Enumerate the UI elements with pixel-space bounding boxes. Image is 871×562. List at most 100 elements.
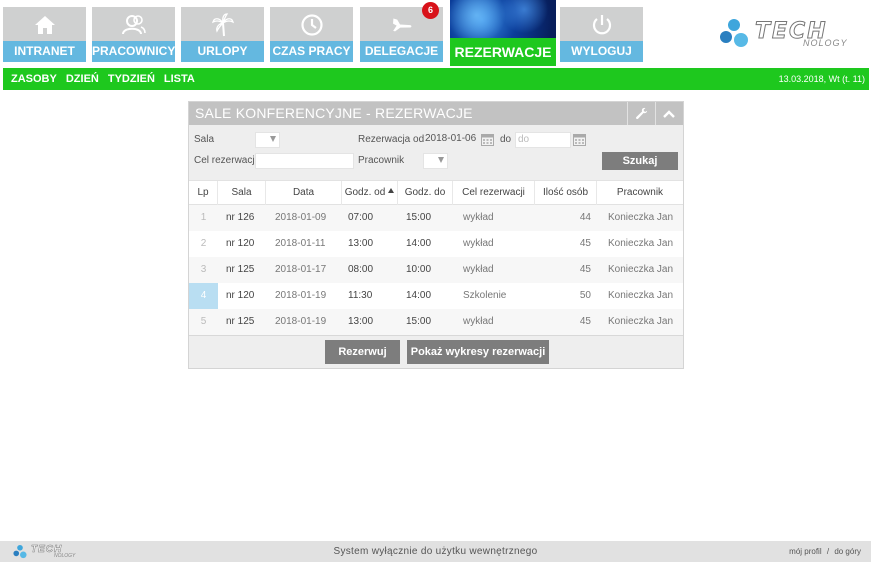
subnav-lista[interactable]: LISTA — [164, 73, 195, 85]
reservation-tile-image — [450, 0, 556, 38]
table-row[interactable]: 2 nr 120 2018-01-11 13:00 14:00 wykład 4… — [189, 231, 683, 257]
cell-data: 2018-01-19 — [275, 316, 327, 327]
column-header-pracownik[interactable]: Pracownik — [597, 181, 683, 205]
sala-label: Sala — [194, 134, 215, 145]
calendar-icon[interactable] — [481, 133, 494, 146]
tile-label: CZAS PRACY — [270, 41, 353, 62]
table-row[interactable]: 1 nr 126 2018-01-09 07:00 15:00 wykład 4… — [189, 205, 683, 231]
subnav-zasoby[interactable]: ZASOBY — [11, 73, 57, 85]
cell-ilosc: 50 — [579, 290, 591, 301]
pracownik-select[interactable] — [423, 153, 448, 169]
sub-navigation-bar: ZASOBY DZIEŃ TYDZIEŃ LISTA 13.03.2018, W… — [3, 68, 869, 90]
search-button[interactable]: Szukaj — [602, 152, 678, 170]
footer-text: System wyłącznie do użytku wewnętrznego — [333, 546, 538, 557]
cell-cel: wykład — [463, 238, 494, 249]
column-header-cel[interactable]: Cel rezerwacji — [453, 181, 535, 205]
current-date: 13.03.2018, Wt (t. 11) — [778, 74, 865, 84]
tile-label: URLOPY — [181, 41, 264, 62]
table-row[interactable]: 4 nr 120 2018-01-19 11:30 14:00 Szkoleni… — [189, 283, 683, 309]
tile-urlopy[interactable]: URLOPY — [181, 7, 264, 62]
column-header-ilosc[interactable]: Ilość osób — [535, 181, 597, 205]
my-profile-link[interactable]: mój profil — [789, 547, 821, 556]
cel-rezerwacji-input[interactable] — [255, 153, 354, 169]
column-header-godz-do[interactable]: Godz. do — [398, 181, 453, 205]
tile-label: INTRANET — [3, 41, 86, 62]
tile-intranet[interactable]: INTRANET — [3, 7, 86, 62]
cell-godz-od: 13:00 — [348, 316, 374, 327]
cell-godz-od: 11:30 — [348, 290, 373, 301]
top-navigation: INTRANET PRACOWNICY URLOPY CZAS PRACY DE… — [0, 0, 871, 66]
reserve-button[interactable]: Rezerwuj — [325, 340, 400, 364]
cell-sala: nr 120 — [226, 290, 255, 301]
panel-header: SALE KONFERENCYJNE - REZERWACJE — [189, 102, 683, 125]
footer-separator: / — [826, 547, 830, 556]
cell-sala: nr 126 — [226, 212, 255, 223]
tile-rezerwacje[interactable]: REZERWACJE — [450, 0, 556, 66]
tile-wyloguj[interactable]: WYLOGUJ — [560, 7, 643, 62]
cell-ilosc: 45 — [579, 316, 591, 327]
home-icon — [3, 12, 86, 38]
column-header-godz-od[interactable]: Godz. od — [342, 181, 398, 205]
cell-ilosc: 45 — [579, 238, 591, 249]
cell-lp: 3 — [200, 264, 207, 275]
cell-lp: 2 — [200, 238, 207, 249]
cell-sala: nr 120 — [226, 238, 255, 249]
do-label: do — [500, 134, 512, 145]
table-row[interactable]: 5 nr 125 2018-01-19 13:00 15:00 wykład 4… — [189, 309, 683, 335]
cell-cel: wykład — [463, 316, 494, 327]
company-logo[interactable]: TECH NOLOGY — [717, 17, 867, 51]
table-header: Lp Sala Data Godz. od Godz. do Cel rezer… — [189, 180, 683, 205]
cell-ilosc: 44 — [579, 212, 591, 223]
column-header-sala[interactable]: Sala — [218, 181, 266, 205]
cell-godz-do: 15:00 — [406, 316, 432, 327]
wrench-icon — [635, 107, 647, 120]
column-header-lp[interactable]: Lp — [189, 181, 218, 205]
logo-subtext: NOLOGY — [803, 38, 848, 48]
dropdown-arrow-icon — [438, 157, 444, 163]
cell-cel: wykład — [463, 264, 494, 275]
subnav-dzien[interactable]: DZIEŃ — [66, 73, 99, 85]
tile-delegacje[interactable]: DELEGACJE 6 — [360, 2, 443, 62]
tile-pracownicy[interactable]: PRACOWNICY — [92, 7, 175, 62]
tile-label: WYLOGUJ — [560, 41, 643, 62]
sala-select[interactable] — [255, 132, 280, 148]
clock-icon — [270, 12, 353, 38]
panel-title: SALE KONFERENCYJNE - REZERWACJE — [195, 105, 473, 121]
show-charts-button[interactable]: Pokaż wykresy rezerwacji — [407, 340, 549, 364]
calendar-icon[interactable] — [573, 133, 586, 146]
users-icon — [92, 12, 175, 38]
tile-label: REZERWACJE — [450, 38, 556, 66]
cell-godz-od: 08:00 — [348, 264, 374, 275]
cell-pracownik: Konieczka Jan — [608, 212, 674, 223]
tile-czas-pracy[interactable]: CZAS PRACY — [270, 7, 353, 62]
cell-lp: 1 — [200, 212, 207, 223]
cell-godz-od: 07:00 — [348, 212, 374, 223]
cell-sala: nr 125 — [226, 264, 255, 275]
rezerwacja-od-label: Rezerwacja od — [358, 134, 425, 145]
cell-pracownik: Konieczka Jan — [608, 316, 674, 327]
table-divider — [189, 335, 683, 336]
sort-ascending-icon — [388, 188, 395, 193]
cell-data: 2018-01-19 — [275, 290, 327, 301]
palm-tree-icon — [181, 12, 264, 38]
cell-data: 2018-01-11 — [275, 238, 326, 249]
rezerwacja-od-input[interactable]: 2018-01-06 — [423, 132, 480, 148]
cell-data: 2018-01-17 — [275, 264, 327, 275]
cell-cel: wykład — [463, 212, 494, 223]
cell-pracownik: Konieczka Jan — [608, 290, 674, 301]
do-input[interactable]: do — [515, 132, 571, 148]
dropdown-arrow-icon — [270, 136, 276, 142]
tile-label: PRACOWNICY — [92, 41, 175, 62]
settings-button[interactable] — [627, 102, 654, 125]
collapse-button[interactable] — [655, 102, 682, 125]
table-row[interactable]: 3 nr 125 2018-01-17 08:00 10:00 wykład 4… — [189, 257, 683, 283]
footer: TECH NOLOGY System wyłącznie do użytku w… — [0, 541, 871, 562]
column-header-data[interactable]: Data — [266, 181, 342, 205]
tile-label: DELEGACJE — [360, 41, 443, 62]
cell-godz-do: 15:00 — [406, 212, 432, 223]
column-header-godz-od-label: Godz. od — [344, 187, 386, 198]
back-to-top-link[interactable]: do góry — [834, 547, 861, 556]
subnav-tydzien[interactable]: TYDZIEŃ — [108, 73, 155, 85]
cell-godz-do: 14:00 — [406, 238, 432, 249]
chevron-up-icon — [663, 109, 675, 118]
